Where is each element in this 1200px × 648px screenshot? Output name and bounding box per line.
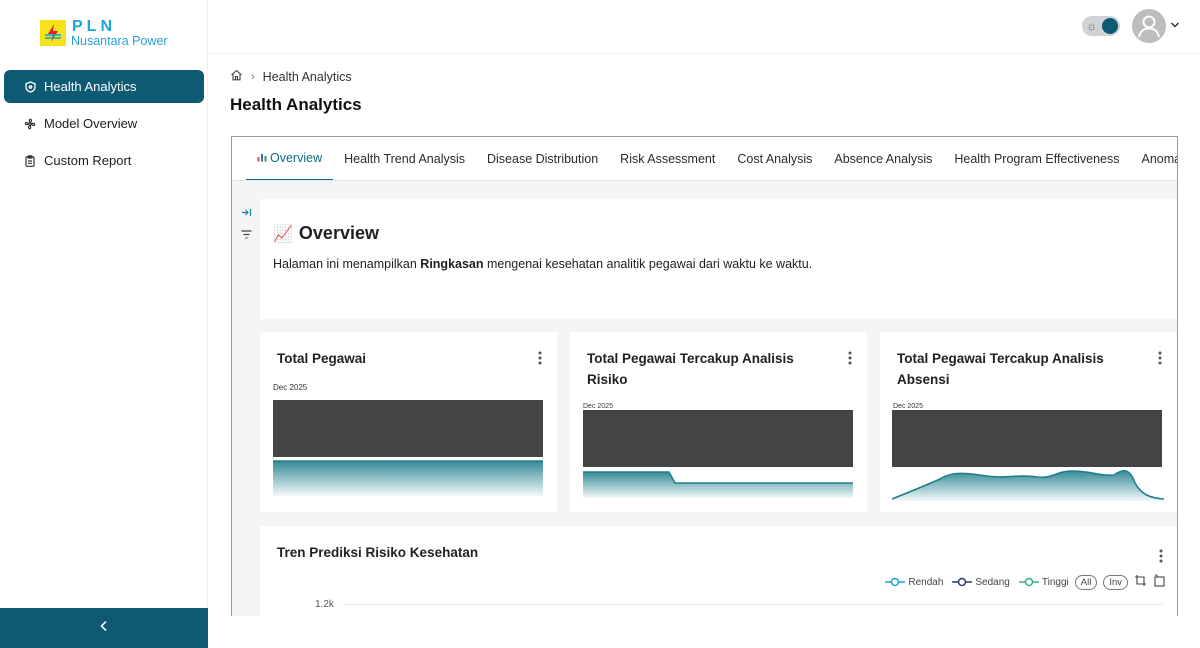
kpi-sparkline: [273, 460, 543, 496]
chart-increasing-icon: 📈: [273, 225, 293, 243]
sidebar-item-model-overview[interactable]: Model Overview: [4, 107, 204, 140]
kpi-title: Total Pegawai Tercakup Analisis Absensi: [897, 351, 1104, 387]
theme-toggle[interactable]: ☼: [1082, 16, 1120, 36]
grid-line: [343, 604, 1163, 605]
breadcrumb: › Health Analytics: [230, 69, 352, 84]
more-vertical-icon[interactable]: [1155, 350, 1165, 366]
kpi-sparkline: [583, 471, 853, 498]
kpi-title: Total Pegawai: [277, 351, 367, 366]
expand-panel-icon[interactable]: [238, 201, 254, 223]
pln-logo-mark-icon: [40, 20, 66, 46]
shield-icon: [24, 80, 36, 93]
kpi-value-block: [583, 410, 853, 467]
clipboard-icon: [24, 154, 36, 167]
side-toolbar: [238, 201, 254, 245]
legend-item-tinggi[interactable]: Tinggi: [1018, 577, 1069, 588]
tab-disease-distribution[interactable]: Disease Distribution: [476, 137, 609, 180]
kpi-date: Dec 2025: [583, 403, 613, 410]
zoom-reset-icon[interactable]: [1153, 574, 1166, 590]
chart-legend: Rendah Sedang Tinggi All Inv: [876, 574, 1166, 590]
legend-item-sedang[interactable]: Sedang: [952, 577, 1010, 588]
sidebar-item-label: Health Analytics: [44, 79, 137, 94]
legend-inverse-button[interactable]: Inv: [1103, 574, 1128, 590]
trend-title: Tren Prediksi Risiko Kesehatan: [277, 545, 479, 560]
breadcrumb-separator: ›: [251, 70, 255, 83]
tab-risk-assessment[interactable]: Risk Assessment: [609, 137, 726, 180]
tab-health-trend-analysis[interactable]: Health Trend Analysis: [333, 137, 476, 180]
kpi-card-total-pegawai: Total Pegawai Dec 2025: [260, 332, 557, 512]
y-axis-tick: 1.2k: [315, 599, 334, 610]
sidebar-item-custom-report[interactable]: Custom Report: [4, 144, 204, 177]
kpi-value-block: [273, 400, 543, 457]
more-vertical-icon[interactable]: [845, 350, 855, 366]
kpi-date: Dec 2025: [273, 383, 308, 392]
user-avatar-icon[interactable]: [1132, 9, 1166, 43]
fan-icon: [24, 118, 36, 130]
tab-anomaly[interactable]: Anoma: [1130, 137, 1177, 180]
more-vertical-icon[interactable]: [535, 350, 545, 366]
page-title: Health Analytics: [230, 95, 362, 114]
top-bar: ☼: [208, 0, 1200, 54]
legend-select-all-button[interactable]: All: [1074, 574, 1098, 590]
tab-bar: Overview Health Trend Analysis Disease D…: [232, 137, 1177, 181]
kpi-sparkline: [892, 469, 1164, 501]
kpi-value-block: [892, 410, 1162, 467]
chevron-down-icon[interactable]: [1170, 20, 1180, 32]
kpi-card-absence-coverage: Total Pegawai Tercakup Analisis Absensi …: [880, 332, 1177, 512]
tab-cost-analysis[interactable]: Cost Analysis: [726, 137, 823, 180]
chevron-left-icon: [99, 619, 109, 637]
tab-overview[interactable]: Overview: [246, 137, 334, 180]
pln-logo[interactable]: PLN Nusantara Power: [40, 18, 180, 50]
breadcrumb-current: Health Analytics: [262, 69, 352, 84]
sun-icon: ☼: [1086, 19, 1097, 33]
logo-brand-subtitle: Nusantara Power: [71, 34, 168, 48]
sidebar-item-health-analytics[interactable]: Health Analytics: [4, 70, 204, 103]
tab-health-program-effectiveness[interactable]: Health Program Effectiveness: [943, 137, 1130, 180]
legend-item-rendah[interactable]: Rendah: [885, 577, 943, 588]
sidebar: PLN Nusantara Power Health Analytics Mod…: [0, 0, 208, 648]
bar-chart-icon: [257, 152, 267, 165]
sidebar-item-label: Model Overview: [44, 116, 138, 131]
main-panel: Overview Health Trend Analysis Disease D…: [231, 136, 1178, 616]
toggle-knob: [1102, 18, 1118, 34]
overview-title: 📈 Overview: [273, 223, 379, 243]
filter-icon[interactable]: [238, 223, 254, 245]
kpi-date: Dec 2025: [893, 403, 923, 410]
trend-card: Tren Prediksi Risiko Kesehatan Rendah Se…: [260, 526, 1177, 616]
box-zoom-icon[interactable]: [1134, 574, 1147, 590]
sidebar-collapse-button[interactable]: [0, 608, 208, 648]
overview-description: Halaman ini menampilkan Ringkasan mengen…: [273, 257, 813, 271]
kpi-title: Total Pegawai Tercakup Analisis Risiko: [587, 351, 794, 387]
tab-absence-analysis[interactable]: Absence Analysis: [823, 137, 943, 180]
overview-card: 📈 Overview Halaman ini menampilkan Ringk…: [260, 199, 1177, 319]
more-vertical-icon[interactable]: [1156, 548, 1166, 564]
home-icon[interactable]: [230, 69, 243, 84]
sidebar-item-label: Custom Report: [44, 153, 132, 168]
kpi-card-risk-coverage: Total Pegawai Tercakup Analisis Risiko D…: [570, 332, 867, 512]
